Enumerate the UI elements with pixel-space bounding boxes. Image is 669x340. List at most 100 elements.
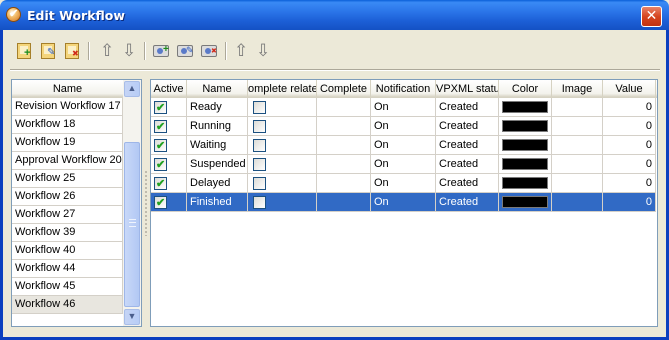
list-item[interactable]: Workflow 25 — [12, 170, 123, 188]
col-complete-cell[interactable] — [317, 98, 371, 117]
col-complete-related-cell[interactable] — [248, 174, 317, 193]
col-color-cell[interactable] — [499, 117, 552, 136]
complete-related-checkbox[interactable] — [253, 196, 266, 209]
col-notification-header[interactable]: Notification — [371, 80, 436, 98]
delete-status-button[interactable] — [199, 40, 219, 62]
complete-related-checkbox[interactable] — [253, 120, 266, 133]
active-checkbox[interactable] — [154, 194, 167, 211]
col-name-cell[interactable]: Running — [187, 117, 248, 136]
splitter-handle[interactable] — [144, 170, 148, 236]
complete-related-checkbox[interactable] — [253, 139, 266, 152]
move-down-button[interactable]: ⇩ — [118, 40, 138, 62]
col-value-cell[interactable]: 0 — [603, 174, 656, 193]
col-complete-related-cell[interactable] — [248, 117, 317, 136]
col-value-cell[interactable]: 0 — [603, 136, 656, 155]
col-complete-related-cell[interactable] — [248, 155, 317, 174]
col-image-cell[interactable] — [552, 155, 603, 174]
col-active-cell[interactable] — [151, 174, 187, 193]
workflow-list-scrollbar[interactable]: ▲ ▼ — [123, 80, 141, 326]
col-complete-related-cell[interactable] — [248, 98, 317, 117]
list-item[interactable]: Workflow 26 — [12, 188, 123, 206]
list-item[interactable]: Workflow 19 — [12, 134, 123, 152]
list-item[interactable]: Workflow 27 — [12, 206, 123, 224]
edit-status-button[interactable] — [175, 40, 195, 62]
list-item[interactable]: Workflow 18 — [12, 116, 123, 134]
col-name-header[interactable]: Name — [187, 80, 248, 98]
list-item[interactable]: Workflow 45 — [12, 278, 123, 296]
active-checkbox[interactable] — [154, 175, 167, 192]
col-complete-cell[interactable] — [317, 174, 371, 193]
list-item[interactable]: Workflow 44 — [12, 260, 123, 278]
table-row[interactable]: Running OnCreated 0 — [151, 117, 656, 136]
color-swatch[interactable] — [502, 139, 548, 151]
col-name-cell[interactable]: Ready — [187, 98, 248, 117]
scroll-thumb[interactable] — [124, 142, 140, 307]
col-active-cell[interactable] — [151, 193, 187, 212]
col-complete-header[interactable]: Complete — [317, 80, 371, 98]
active-checkbox[interactable] — [154, 99, 167, 116]
list-item[interactable]: Workflow 46 — [12, 296, 123, 314]
col-value-cell[interactable]: 0 — [603, 98, 656, 117]
status-up-button[interactable]: ⇧ — [230, 40, 250, 62]
col-image-cell[interactable] — [552, 98, 603, 117]
col-notification-cell[interactable]: On — [371, 117, 436, 136]
col-complete-related-cell[interactable] — [248, 193, 317, 212]
color-swatch[interactable] — [502, 101, 548, 113]
col-image-cell[interactable] — [552, 193, 603, 212]
status-grid[interactable]: Active Name omplete relate Complete Notifica… — [150, 79, 658, 327]
edit-workflow-button[interactable] — [38, 40, 58, 62]
col-color-cell[interactable] — [499, 174, 552, 193]
col-vpxml-status-cell[interactable]: Created — [436, 117, 499, 136]
col-vpxml-status-cell[interactable]: Created — [436, 136, 499, 155]
col-image-cell[interactable] — [552, 117, 603, 136]
col-image-cell[interactable] — [552, 136, 603, 155]
col-name-cell[interactable]: Waiting — [187, 136, 248, 155]
col-notification-cell[interactable]: On — [371, 174, 436, 193]
active-checkbox[interactable] — [154, 118, 167, 135]
col-complete-cell[interactable] — [317, 155, 371, 174]
col-vpxml-status-cell[interactable]: Created — [436, 174, 499, 193]
delete-workflow-button[interactable] — [62, 40, 82, 62]
col-active-cell[interactable] — [151, 155, 187, 174]
col-name-cell[interactable]: Delayed — [187, 174, 248, 193]
table-row[interactable]: Ready OnCreated 0 — [151, 98, 656, 117]
col-active-cell[interactable] — [151, 98, 187, 117]
col-notification-cell[interactable]: On — [371, 98, 436, 117]
col-value-cell[interactable]: 0 — [603, 193, 656, 212]
col-name-cell[interactable]: Finished — [187, 193, 248, 212]
workflow-list-header[interactable]: Name — [12, 80, 123, 98]
move-up-button[interactable]: ⇧ — [96, 40, 116, 62]
col-notification-cell[interactable]: On — [371, 136, 436, 155]
close-button[interactable]: ✕ — [641, 6, 662, 27]
list-item[interactable]: Revision Workflow 17 — [12, 98, 123, 116]
complete-related-checkbox[interactable] — [253, 158, 266, 171]
col-vpxml-status-cell[interactable]: Created — [436, 98, 499, 117]
col-value-cell[interactable]: 0 — [603, 155, 656, 174]
col-vpxml-status-cell[interactable]: Created — [436, 155, 499, 174]
col-color-cell[interactable] — [499, 136, 552, 155]
list-item[interactable]: Approval Workflow 20 — [12, 152, 123, 170]
color-swatch[interactable] — [502, 158, 548, 170]
col-complete-cell[interactable] — [317, 136, 371, 155]
col-image-cell[interactable] — [552, 174, 603, 193]
active-checkbox[interactable] — [154, 137, 167, 154]
table-row[interactable]: Waiting OnCreated 0 — [151, 136, 656, 155]
col-notification-cell[interactable]: On — [371, 193, 436, 212]
col-color-cell[interactable] — [499, 193, 552, 212]
col-color-cell[interactable] — [499, 98, 552, 117]
col-vpxml-status-header[interactable]: VPXML statu — [436, 80, 499, 98]
table-row[interactable]: Delayed OnCreated 0 — [151, 174, 656, 193]
scroll-up-button[interactable]: ▲ — [124, 81, 140, 97]
col-image-header[interactable]: Image — [552, 80, 603, 98]
title-bar[interactable]: Edit Workflow ✕ — [0, 0, 669, 30]
table-row[interactable]: Finished OnCreated 0 — [151, 193, 656, 212]
color-swatch[interactable] — [502, 120, 548, 132]
col-vpxml-status-cell[interactable]: Created — [436, 193, 499, 212]
workflow-list[interactable]: Name Revision Workflow 17 Workflow 18 Work… — [11, 79, 142, 327]
col-active-cell[interactable] — [151, 136, 187, 155]
color-swatch[interactable] — [502, 177, 548, 189]
col-value-cell[interactable]: 0 — [603, 117, 656, 136]
list-item[interactable]: Workflow 39 — [12, 224, 123, 242]
col-color-header[interactable]: Color — [499, 80, 552, 98]
col-name-cell[interactable]: Suspended — [187, 155, 248, 174]
